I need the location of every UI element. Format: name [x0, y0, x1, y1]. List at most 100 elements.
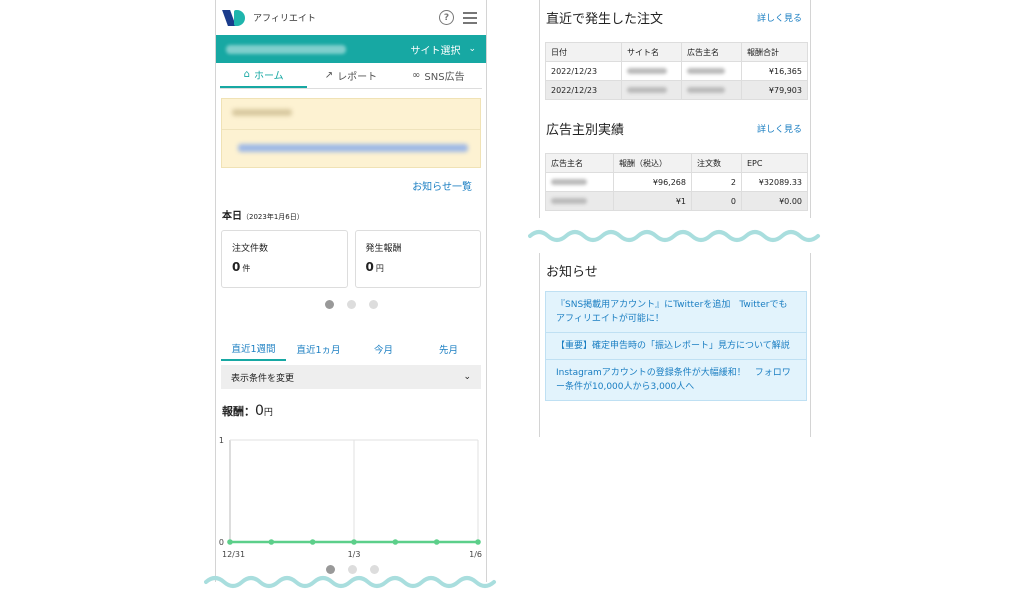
data-point — [268, 539, 275, 545]
order-date: 2022/12/23 — [545, 80, 622, 100]
wave-divider — [528, 230, 820, 242]
reward-chart-svg: 0 1 12/31 1/3 1/6 — [219, 436, 482, 559]
col-orders: 注文数 — [691, 153, 742, 173]
site-name-redacted — [226, 44, 346, 54]
site-redacted — [621, 80, 682, 100]
data-point — [227, 539, 233, 545]
advertiser-reward: ¥96,268 — [613, 172, 692, 192]
app-name: アフィリエイト — [253, 14, 316, 24]
recent-orders-header: 直近で発生した注文 詳しく見る — [540, 8, 810, 27]
orders-card: 注文件数 0件 — [221, 230, 348, 288]
y-tick-label: 0 — [219, 538, 224, 547]
table-row[interactable]: 2022/12/23 ¥16,365 — [545, 61, 808, 81]
advertiser-redacted — [681, 61, 742, 81]
tab-sns-ads[interactable]: ∞ SNS広告 — [395, 63, 482, 88]
news-item[interactable]: Instagramアカウントの登録条件が大幅緩和！ フォロワー条件が10,000… — [546, 360, 806, 400]
data-point — [392, 539, 399, 545]
advertiser-orders: 2 — [691, 172, 742, 192]
reward-total: 報酬：0円 — [222, 403, 486, 419]
pager-dot[interactable] — [324, 300, 334, 309]
order-amount: ¥16,365 — [741, 61, 808, 81]
recent-orders-table: 日付 サイト名 広告主名 報酬合計 2022/12/23 ¥16,365 202… — [545, 42, 808, 100]
notice-box — [221, 98, 481, 168]
data-point — [351, 539, 357, 545]
pager-dot[interactable] — [368, 300, 378, 309]
notice-list-link[interactable]: お知らせ一覧 — [216, 178, 472, 193]
notice-link-redacted[interactable] — [238, 144, 468, 152]
mobile-screen-home: アフィリエイト ? サイト選択 ⌄ ⌂ ホーム ↗ レポート ∞ SNS広告 お… — [215, 0, 487, 582]
tab-last-month[interactable]: 直近1ヵ月 — [286, 337, 351, 361]
top-bar: アフィリエイト ? — [216, 0, 486, 35]
notice-date-redacted — [232, 109, 292, 116]
col-advertiser: 広告主名 — [681, 42, 742, 62]
reward-value: 0 — [255, 403, 264, 419]
pager-dot[interactable] — [346, 300, 356, 309]
orders-card-unit: 件 — [242, 264, 251, 273]
advertiser-redacted — [681, 80, 742, 100]
advertiser-results-table: 広告主名 報酬（税込） 注文数 EPC ¥96,268 2 ¥32089.33 … — [545, 153, 808, 211]
y-tick-label: 1 — [219, 436, 224, 445]
tab-previous-month[interactable]: 先月 — [416, 337, 481, 361]
tab-home[interactable]: ⌂ ホーム — [220, 63, 308, 88]
today-cards: 注文件数 0件 発生報酬 0円 — [221, 230, 481, 288]
table-header-row: 日付 サイト名 広告主名 報酬合計 — [545, 42, 808, 62]
advertiser-epc: ¥32089.33 — [741, 172, 808, 192]
wave-divider — [204, 576, 496, 588]
news-item[interactable]: 『SNS掲載用アカウント』にTwitterを追加 Twitterでもアフィリエイ… — [546, 292, 806, 333]
reward-unit: 円 — [263, 408, 273, 418]
reward-label: 報酬： — [222, 405, 255, 418]
home-icon: ⌂ — [243, 69, 250, 80]
filter-toggle[interactable]: 表示条件を変更 ⌄ — [221, 365, 481, 389]
today-date: （2023年1月6日） — [242, 213, 304, 221]
col-reward-tax: 報酬（税込） — [613, 153, 692, 173]
recent-orders-more-link[interactable]: 詳しく見る — [757, 11, 802, 24]
news-title: お知らせ — [546, 265, 598, 280]
table-row[interactable]: ¥96,268 2 ¥32089.33 — [545, 172, 808, 192]
period-tabs: 直近1週間 直近1ヵ月 今月 先月 — [221, 337, 481, 361]
orders-card-label: 注文件数 — [232, 244, 269, 254]
advertiser-results-header: 広告主別実績 詳しく見る — [540, 119, 810, 138]
news-item[interactable]: 【重要】確定申告時の「振込レポート」見方について解説 — [546, 333, 806, 360]
news-header: お知らせ — [540, 261, 810, 280]
table-row[interactable]: 2022/12/23 ¥79,903 — [545, 80, 808, 100]
table-row[interactable]: ¥1 0 ¥0.00 — [545, 191, 808, 211]
filter-label: 表示条件を変更 — [231, 373, 295, 384]
reward-card-label: 発生報酬 — [365, 244, 402, 254]
advertiser-orders: 0 — [691, 191, 742, 211]
help-icon[interactable]: ? — [439, 10, 454, 25]
tab-home-label: ホーム — [253, 71, 284, 82]
advertiser-results-title: 広告主別実績 — [546, 123, 625, 138]
x-tick-label: 1/6 — [469, 550, 482, 559]
col-advertiser: 広告主名 — [545, 153, 614, 173]
recent-orders-title: 直近で発生した注文 — [546, 12, 664, 27]
today-label: 本日 — [222, 211, 242, 222]
orders-card-value: 0 — [232, 260, 241, 274]
tab-this-month[interactable]: 今月 — [351, 337, 416, 361]
x-tick-label: 1/3 — [348, 550, 361, 559]
advertiser-epc: ¥0.00 — [741, 191, 808, 211]
chevron-down-icon[interactable]: ⌄ — [468, 44, 476, 54]
app-logo[interactable] — [222, 8, 247, 28]
site-select-label[interactable]: サイト選択 — [410, 42, 460, 57]
table-header-row: 広告主名 報酬（税込） 注文数 EPC — [545, 153, 808, 173]
tab-report-label: レポート — [337, 72, 378, 83]
tab-sns-ads-label: SNS広告 — [424, 72, 465, 83]
order-amount: ¥79,903 — [741, 80, 808, 100]
chevron-down-icon: ⌄ — [463, 372, 471, 382]
advertiser-redacted — [545, 172, 614, 192]
link-icon: ∞ — [412, 70, 421, 81]
col-reward-total: 報酬合計 — [741, 42, 808, 62]
trend-chart-icon: ↗ — [324, 70, 334, 81]
x-tick-label: 12/31 — [222, 550, 245, 559]
card-pager-dots — [216, 300, 486, 309]
hamburger-menu-icon[interactable] — [463, 11, 477, 24]
tab-report[interactable]: ↗ レポート — [307, 63, 394, 88]
advertiser-results-more-link[interactable]: 詳しく見る — [757, 122, 802, 135]
site-selector-bar[interactable]: サイト選択 ⌄ — [216, 35, 486, 63]
advertiser-redacted — [545, 191, 614, 211]
data-point — [433, 539, 440, 545]
reward-chart: 0 1 12/31 1/3 1/6 — [216, 430, 486, 565]
col-epc: EPC — [741, 153, 808, 173]
tab-last-week[interactable]: 直近1週間 — [221, 337, 286, 361]
reward-card-value: 0 — [365, 260, 374, 274]
